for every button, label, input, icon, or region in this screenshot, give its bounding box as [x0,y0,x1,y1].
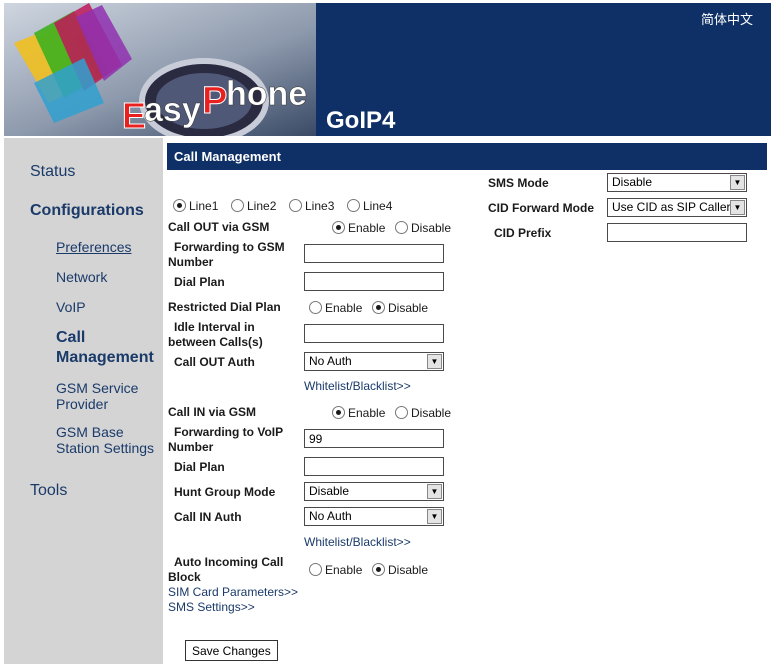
easyphone-logo: E asy P hone [4,3,316,136]
line3-label: Line3 [305,199,335,213]
call-out-whitelist-link[interactable]: Whitelist/Blacklist>> [304,379,411,393]
restricted-disable-label: Disable [388,301,429,315]
auto-block-enable-label: Enable [325,563,363,577]
cid-prefix-input[interactable] [607,223,747,242]
sidebar-item-gsm-service-provider[interactable]: GSM Service Provider [56,380,161,412]
forwarding-gsm-input[interactable] [304,244,444,263]
auto-block-enable-radio[interactable] [309,563,322,576]
cid-forward-select[interactable]: Use CID as SIP Caller ▼ [607,198,747,217]
model-title: GoIP4 [326,107,396,134]
auto-block-label: Auto Incoming Call Block [168,555,284,584]
section-title: Call Management [167,143,767,170]
svg-text:hone: hone [226,75,307,113]
call-out-auth-value: No Auth [309,354,352,368]
restricted-enable-radio[interactable] [309,301,322,314]
restricted-enable-label: Enable [325,301,363,315]
line2-label: Line2 [247,199,277,213]
call-in-disable-label: Disable [411,406,452,420]
line3-radio[interactable] [289,199,302,212]
header-banner: E asy P hone 简体中文 GoIP4 [4,3,771,136]
forwarding-voip-input[interactable] [304,429,444,448]
call-in-whitelist-link[interactable]: Whitelist/Blacklist>> [304,535,411,549]
sidebar-item-network[interactable]: Network [56,269,107,285]
auto-block-disable-radio[interactable] [372,563,385,576]
line4-label: Line4 [363,199,393,213]
chevron-down-icon: ▼ [427,509,442,524]
idle-interval-label: Idle Interval in between Calls(s) [168,320,263,349]
call-out-label: Call OUT via GSM [168,220,270,234]
call-in-label: Call IN via GSM [168,405,257,419]
line2-radio[interactable] [231,199,244,212]
svg-text:E: E [122,95,146,136]
call-in-auth-value: No Auth [309,509,352,523]
in-dial-plan-input[interactable] [304,457,444,476]
hunt-group-label: Hunt Group Mode [174,485,276,499]
nav-configurations[interactable]: Configurations [30,202,144,220]
call-out-enable-label: Enable [348,221,386,235]
language-link[interactable]: 简体中文 [701,9,753,28]
chevron-down-icon: ▼ [427,484,442,499]
forwarding-gsm-label: Forwarding to GSM Number [168,240,285,269]
sim-card-parameters-link[interactable]: SIM Card Parameters>> [168,585,298,599]
sidebar: Status Configurations Preferences Networ… [4,138,163,664]
call-in-enable-radio[interactable] [332,406,345,419]
call-in-enable-label: Enable [348,406,386,420]
chevron-down-icon: ▼ [427,354,442,369]
cid-prefix-label: CID Prefix [494,226,552,240]
sms-mode-value: Disable [612,175,653,189]
nav-tools[interactable]: Tools [30,482,67,500]
forwarding-voip-label: Forwarding to VoIP Number [168,425,283,454]
line1-radio[interactable] [173,199,186,212]
idle-interval-input[interactable] [304,324,444,343]
sidebar-item-gsm-base-station[interactable]: GSM Base Station Settings [56,424,161,456]
cid-forward-label: CID Forward Mode [488,201,595,215]
sidebar-item-call-management[interactable]: Call Management [56,328,161,368]
save-changes-button[interactable]: Save Changes [185,640,278,661]
call-in-auth-select[interactable]: No Auth ▼ [304,507,444,526]
call-out-disable-radio[interactable] [395,221,408,234]
out-dial-plan-label: Dial Plan [174,275,225,289]
restricted-dial-plan-label: Restricted Dial Plan [168,300,281,314]
nav-status[interactable]: Status [30,163,75,181]
call-out-auth-select[interactable]: No Auth ▼ [304,352,444,371]
hunt-group-select[interactable]: Disable ▼ [304,482,444,501]
in-dial-plan-label: Dial Plan [174,460,225,474]
hunt-group-value: Disable [309,484,350,498]
call-in-disable-radio[interactable] [395,406,408,419]
sms-settings-link[interactable]: SMS Settings>> [168,600,255,614]
svg-text:asy: asy [144,91,201,129]
cid-forward-value: Use CID as SIP Caller [612,200,731,214]
sidebar-item-voip[interactable]: VoIP [56,299,86,315]
auto-block-disable-label: Disable [388,563,429,577]
sms-mode-label: SMS Mode [488,176,549,190]
call-out-auth-label: Call OUT Auth [174,355,255,369]
sms-mode-select[interactable]: Disable ▼ [607,173,747,192]
restricted-disable-radio[interactable] [372,301,385,314]
out-dial-plan-input[interactable] [304,272,444,291]
call-in-auth-label: Call IN Auth [174,510,242,524]
chevron-down-icon: ▼ [730,175,745,190]
call-out-disable-label: Disable [411,221,452,235]
line1-label: Line1 [189,199,219,213]
line4-radio[interactable] [347,199,360,212]
call-out-enable-radio[interactable] [332,221,345,234]
sidebar-item-preferences[interactable]: Preferences [56,239,131,255]
svg-text:P: P [202,80,227,122]
chevron-down-icon: ▼ [730,200,745,215]
